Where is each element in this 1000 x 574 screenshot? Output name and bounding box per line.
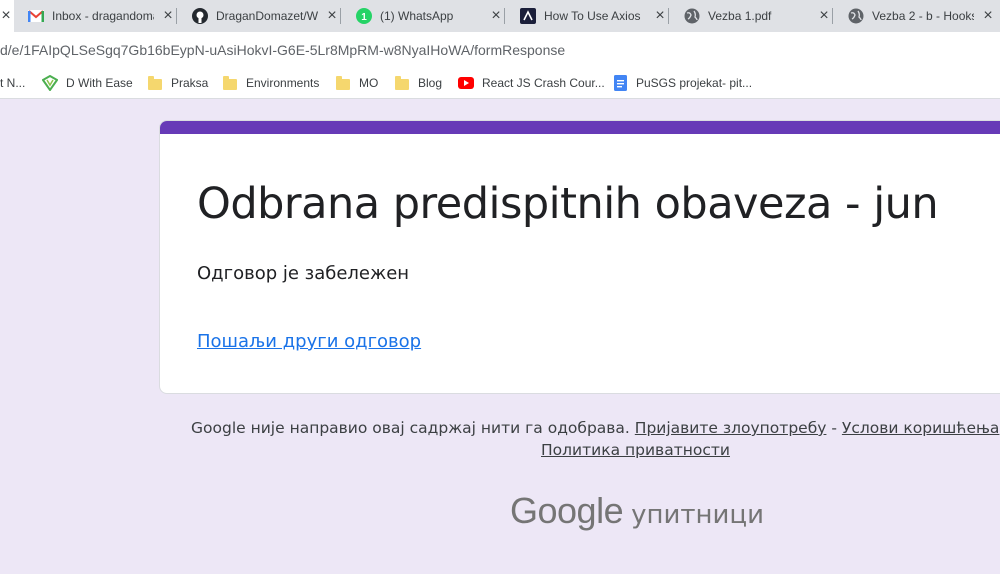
app-icon	[520, 8, 536, 24]
bookmark-item[interactable]: Blog	[394, 68, 442, 98]
tab-separator	[832, 8, 833, 24]
tab-github[interactable]: DraganDomazet/Web ×	[192, 0, 341, 32]
close-icon[interactable]: ×	[160, 8, 176, 24]
bookmark-label: t N...	[0, 76, 26, 90]
tab-title: DraganDomazet/Web	[216, 9, 318, 23]
close-icon[interactable]: ×	[980, 8, 996, 24]
tab-gmail[interactable]: Inbox - dragandomazet ×	[28, 0, 177, 32]
folder-icon	[394, 75, 410, 91]
tab-vezba-2[interactable]: Vezba 2 - b - Hooks ×	[848, 0, 996, 32]
tab-separator	[340, 8, 341, 24]
bookmark-item[interactable]: t N...	[0, 68, 25, 98]
bookmark-item[interactable]: Environments	[222, 68, 319, 98]
form-confirmation-card: Odbrana predispitnih obaveza - jun Одгов…	[159, 120, 1000, 394]
folder-icon	[222, 75, 238, 91]
close-icon[interactable]: ×	[324, 8, 340, 24]
report-abuse-link[interactable]: Пријавите злоупотребу	[635, 419, 827, 437]
footer-separator: -	[831, 419, 837, 437]
bookmark-label: MO	[359, 76, 379, 90]
submit-another-response-link[interactable]: Пошаљи други одговор	[197, 331, 421, 352]
tab-separator	[176, 8, 177, 24]
tab-title: How To Use Axios	[544, 9, 641, 23]
bookmark-label: Praksa	[171, 76, 209, 90]
close-icon[interactable]: ×	[652, 8, 668, 24]
bookmark-item[interactable]: D With Ease	[42, 68, 133, 98]
shield-icon	[42, 75, 58, 91]
confirmation-message: Одговор је забележен	[197, 263, 410, 284]
bookmark-item[interactable]: MO	[335, 68, 378, 98]
google-wordmark: Google	[510, 490, 624, 531]
form-title: Odbrana predispitnih obaveza - jun	[197, 179, 939, 229]
globe-icon	[848, 8, 864, 24]
bookmark-label: Blog	[418, 76, 443, 90]
tab-separator	[504, 8, 505, 24]
tab-separator	[668, 8, 669, 24]
tab-vezba-1[interactable]: Vezba 1.pdf ×	[684, 0, 833, 32]
bookmark-item[interactable]: Praksa	[147, 68, 208, 98]
folder-icon	[147, 75, 163, 91]
folder-icon	[335, 75, 351, 91]
footer-disclaimer: Google није направио овај садржај нити г…	[191, 419, 1000, 437]
svg-text:1: 1	[361, 12, 367, 23]
bookmarks-bar: t N... D With Ease Praksa Environments M…	[0, 68, 1000, 99]
bookmark-item[interactable]: React JS Crash Cour...	[458, 68, 605, 98]
tab-title: Vezba 1.pdf	[708, 9, 772, 23]
close-icon[interactable]: ×	[0, 8, 14, 24]
terms-link[interactable]: Услови коришћења	[842, 419, 1000, 437]
github-icon	[192, 8, 208, 24]
tab-title: Vezba 2 - b - Hooks	[872, 9, 974, 23]
card-accent-bar	[160, 121, 1000, 134]
bookmark-item[interactable]: PuSGS projekat- pit...	[612, 68, 752, 98]
globe-icon	[684, 8, 700, 24]
address-bar: d/e/1FAIpQLSeSgq7Gb16bEypN-uAsiHokvI-G6E…	[0, 32, 1000, 68]
tab-whatsapp[interactable]: 1 (1) WhatsApp ×	[356, 0, 505, 32]
browser-tab-strip: × Inbox - dragandomazet × DraganDomazet/…	[0, 0, 1000, 32]
tab-title: (1) WhatsApp	[380, 9, 454, 23]
disclaimer-text: Google није направио овај садржај нити г…	[191, 419, 630, 437]
forms-wordmark: упитници	[631, 500, 765, 530]
youtube-icon	[458, 75, 474, 91]
close-icon[interactable]: ×	[488, 8, 504, 24]
docs-icon	[612, 75, 628, 91]
tab-current[interactable]: ×	[0, 0, 14, 32]
tab-axios[interactable]: How To Use Axios ×	[520, 0, 669, 32]
whatsapp-icon: 1	[356, 8, 372, 24]
bookmark-label: Environments	[246, 76, 320, 90]
bookmark-label: React JS Crash Cour...	[482, 76, 605, 90]
gmail-icon	[28, 8, 44, 24]
bookmark-label: PuSGS projekat- pit...	[636, 76, 753, 90]
google-forms-logo[interactable]: Google упитници	[510, 490, 764, 532]
url-field[interactable]: d/e/1FAIpQLSeSgq7Gb16bEypN-uAsiHokvI-G6E…	[0, 32, 565, 68]
close-icon[interactable]: ×	[816, 8, 832, 24]
privacy-policy-link[interactable]: Политика приватности	[541, 441, 730, 459]
bookmark-label: D With Ease	[66, 76, 133, 90]
tab-title: Inbox - dragandomazet	[52, 9, 154, 23]
